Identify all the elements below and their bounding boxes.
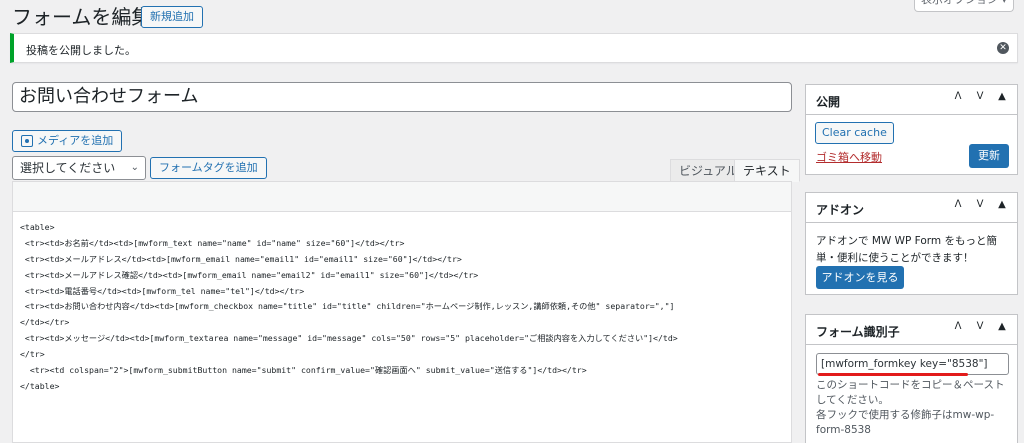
dismiss-notice-icon[interactable]: ✕ (997, 42, 1009, 54)
post-title-input[interactable]: お問い合わせフォーム (12, 82, 792, 112)
add-new-button[interactable]: 新規追加 (141, 6, 203, 28)
addon-box: アドオン ᐱ ᐯ ▲ アドオンで MW WP Form をもっと簡単・便利に使う… (805, 192, 1018, 295)
move-up-icon[interactable]: ᐱ (951, 321, 965, 332)
editor-line: <tr><td>お問い合わせ内容</td><td>[mwform_checkbo… (20, 301, 675, 312)
media-icon (21, 135, 33, 147)
move-down-icon[interactable]: ᐯ (973, 91, 987, 102)
view-addons-button[interactable]: アドオンを見る (816, 266, 904, 289)
editor-line: </td></tr> (20, 317, 70, 328)
clear-cache-button[interactable]: Clear cache (815, 122, 894, 144)
move-up-icon[interactable]: ᐱ (951, 199, 965, 210)
form-key-box: フォーム識別子 ᐱ ᐯ ▲ [mwform_formkey key="8538"… (805, 314, 1018, 443)
move-to-trash-link[interactable]: ゴミ箱へ移動 (816, 149, 882, 165)
move-down-icon[interactable]: ᐯ (973, 199, 987, 210)
notice-text: 投稿を公開しました。 (26, 44, 136, 57)
update-button[interactable]: 更新 (969, 144, 1009, 168)
editor-line: <tr><td>メールアドレス</td><td>[mwform_email na… (20, 253, 462, 264)
form-tag-select[interactable]: 選択してください ⌄ (12, 156, 146, 180)
editor-line: <table> (20, 222, 55, 232)
add-form-tag-button[interactable]: フォームタグを追加 (150, 157, 267, 179)
toggle-panel-icon[interactable]: ▲ (995, 91, 1009, 102)
editor-line: </table> (20, 380, 60, 391)
content-editor[interactable]: <table> <tr><td>お名前</td><td>[mwform_text… (12, 181, 792, 443)
select-value: 選択してください (20, 161, 116, 175)
form-key-box-header: フォーム識別子 ᐱ ᐯ ▲ (806, 315, 1017, 345)
move-down-icon[interactable]: ᐯ (973, 321, 987, 332)
form-key-shortcode-field[interactable]: [mwform_formkey key="8538"] (816, 353, 1009, 375)
toggle-panel-icon[interactable]: ▲ (995, 199, 1009, 210)
page-title: フォームを編集 (12, 5, 152, 29)
editor-line: <tr><td colspan="2">[mwform_submitButton… (20, 365, 587, 376)
quicktags-toolbar (13, 182, 791, 212)
chevron-down-icon: ⌄ (130, 162, 139, 173)
addon-box-header: アドオン ᐱ ᐯ ▲ (806, 193, 1017, 223)
publish-box: 公開 ᐱ ᐯ ▲ Clear cache ゴミ箱へ移動 更新 (805, 84, 1018, 175)
editor-line: <tr><td>電話番号</td><td>[mwform_tel name="t… (20, 285, 305, 296)
tab-text[interactable]: テキスト (734, 159, 800, 182)
screen-options-button[interactable]: 表示オプション ▾ (914, 0, 1014, 12)
add-media-button[interactable]: メディアを追加 (12, 130, 123, 152)
form-key-box-title: フォーム識別子 (816, 325, 900, 339)
add-media-label: メディアを追加 (37, 134, 114, 147)
addon-description: アドオンで MW WP Form をもっと簡単・便利に使うことができます！ (816, 235, 997, 264)
form-key-description: このショートコードをコピー＆ペーストしてください。 (816, 379, 1005, 406)
editor-line: <tr><td>メッセージ</td><td>[mwform_textarea n… (20, 333, 678, 344)
toggle-panel-icon[interactable]: ▲ (995, 321, 1009, 332)
form-key-hook-hint: 各フックで使用する修飾子はmw-wp-form-8538 (816, 409, 995, 436)
move-up-icon[interactable]: ᐱ (951, 91, 965, 102)
editor-line: </tr> (20, 349, 45, 360)
publish-box-header: 公開 ᐱ ᐯ ▲ (806, 85, 1017, 115)
highlight-underline (818, 373, 968, 376)
publish-notice: 投稿を公開しました。 ✕ (10, 33, 1018, 63)
editor-line: <tr><td>メールアドレス確認</td><td>[mwform_email … (20, 269, 479, 280)
addon-box-title: アドオン (816, 203, 865, 217)
editor-content[interactable]: <table> <tr><td>お名前</td><td>[mwform_text… (20, 220, 790, 395)
publish-box-title: 公開 (816, 95, 841, 109)
editor-line: <tr><td>お名前</td><td>[mwform_text name="n… (20, 237, 405, 248)
